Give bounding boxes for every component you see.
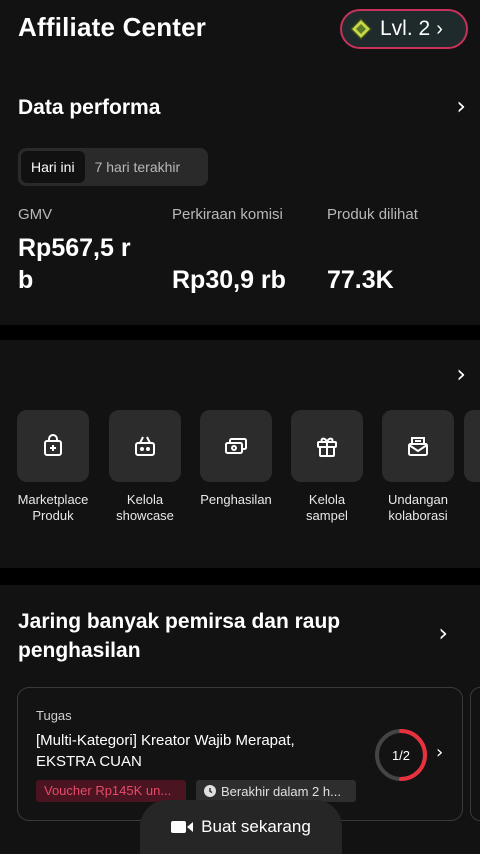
app-header: Affiliate Center Lvl. 2 › — [0, 0, 480, 60]
metric-commission-label: Perkiraan komisi — [172, 206, 283, 223]
task-progress-text: 1/2 — [391, 747, 411, 763]
marketplace-bag-icon — [17, 410, 89, 482]
tool-marketplace-produk[interactable]: Marketplace Produk — [8, 410, 98, 524]
tool-penghasilan[interactable]: Penghasilan — [191, 410, 281, 508]
voucher-badge: Voucher Rp145K un... — [36, 780, 186, 802]
shopping-basket-icon — [109, 410, 181, 482]
period-tab-7days[interactable]: 7 hari terakhir — [85, 151, 191, 183]
metric-gmv-label: GMV — [18, 206, 53, 223]
performance-chevron-right-icon[interactable]: › — [456, 92, 466, 120]
tools-card: › Marketplace Produk Kelola showcase Pengh… — [0, 340, 480, 568]
metric-views-value: 77.3K — [327, 266, 394, 294]
page-title: Affiliate Center — [18, 12, 207, 42]
gift-icon — [291, 410, 363, 482]
metric-views-label: Produk dilihat — [327, 206, 418, 223]
tool-label-line1: Undangan — [388, 492, 448, 507]
money-cards-icon — [200, 410, 272, 482]
tool-label-line1: Kelola — [126, 492, 164, 507]
tool-label-line2: Produk — [32, 508, 74, 523]
tool-kelola-sampel[interactable]: Kelola sampel — [282, 410, 372, 524]
tools-chevron-right-icon[interactable]: › — [456, 360, 466, 388]
performance-card: Data performa › Hari ini 7 hari terakhir… — [0, 60, 480, 325]
earn-title: Jaring banyak pemirsa dan raup penghasil… — [18, 610, 341, 662]
diamond-gem-icon — [349, 17, 373, 41]
tool-kelola-showcase[interactable]: Kelola showcase — [100, 410, 190, 524]
task-card-next-peek[interactable] — [470, 687, 480, 821]
deadline-badge: Berakhir dalam 2 h... — [196, 780, 356, 802]
tool-label-line2: kolaborasi — [388, 508, 448, 523]
clock-icon — [204, 785, 216, 797]
level-label: Lvl. 2 — [380, 17, 431, 40]
video-camera-icon — [171, 821, 194, 833]
performance-title: Data performa — [18, 96, 161, 119]
tool-label-line1: Marketplace — [17, 492, 89, 507]
tool-label-line2: sampel — [306, 508, 348, 523]
metric-gmv-value-line1: Rp567,5 r — [18, 234, 131, 262]
tool-next-peek[interactable] — [464, 410, 480, 482]
create-now-button[interactable]: Buat sekarang — [140, 800, 342, 854]
metric-gmv-value-line2: b — [18, 266, 34, 294]
envelope-icon — [382, 410, 454, 482]
create-now-label: Buat sekarang — [201, 817, 311, 836]
task-chevron-right-icon[interactable]: › — [436, 742, 443, 763]
period-tab-today[interactable]: Hari ini — [21, 151, 85, 183]
level-badge-button[interactable]: Lvl. 2 › — [340, 9, 468, 49]
period-selector: Hari ini 7 hari terakhir — [18, 148, 208, 186]
tool-label-line1: Kelola — [308, 492, 346, 507]
tool-label-line1: Penghasilan — [200, 492, 272, 507]
task-kind-label: Tugas — [36, 708, 72, 723]
chevron-right-icon: › — [436, 17, 443, 40]
tool-label-line2: showcase — [116, 508, 174, 523]
deadline-text: Berakhir dalam 2 h... — [221, 783, 341, 799]
metric-commission-value: Rp30,9 rb — [172, 266, 286, 294]
earn-chevron-right-icon[interactable]: › — [438, 619, 448, 647]
tool-undangan-kolaborasi[interactable]: Undangan kolaborasi — [373, 410, 463, 524]
task-title: [Multi-Kategori] Kreator Wajib Merapat, … — [36, 732, 295, 770]
